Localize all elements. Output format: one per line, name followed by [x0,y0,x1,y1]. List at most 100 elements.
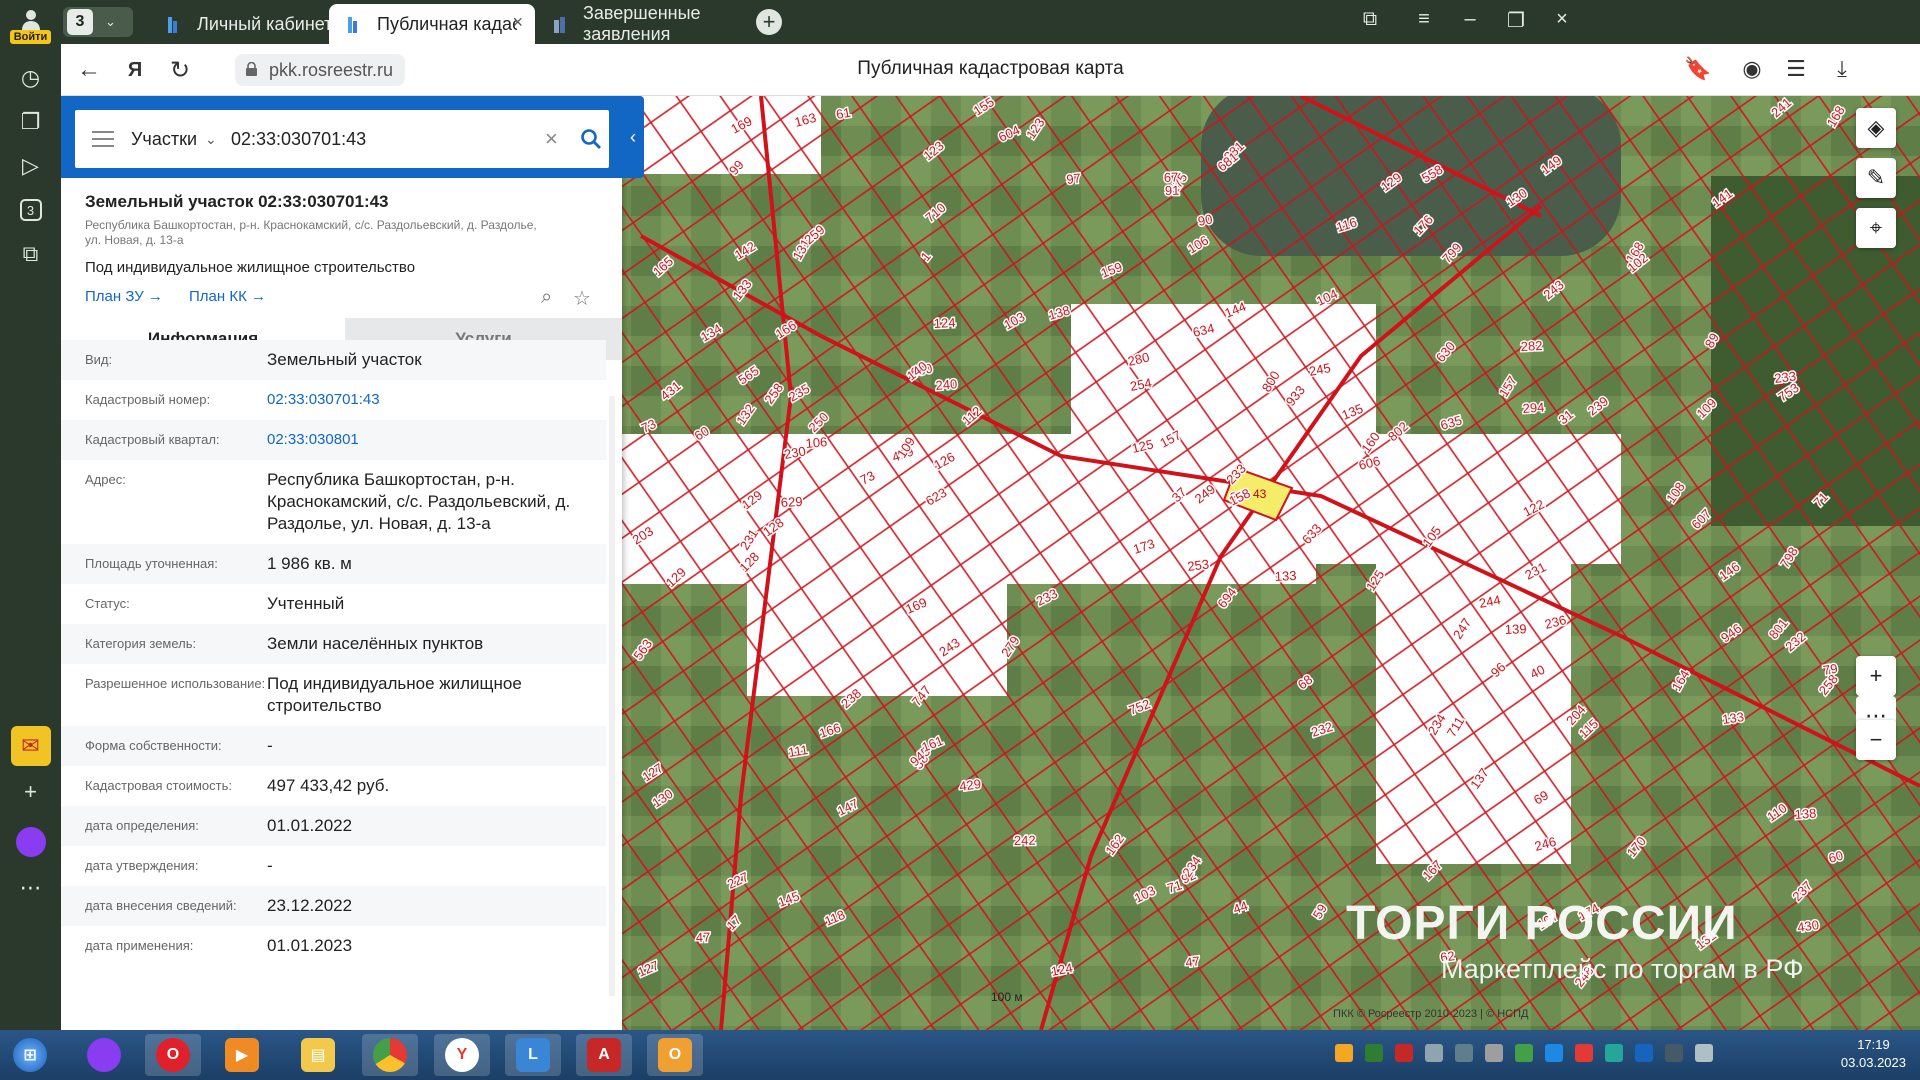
property-value[interactable]: 02:33:030701:43 [267,380,596,420]
search-input[interactable]: 02:33:030701:43 [231,129,545,150]
close-window-icon[interactable]: × [1547,8,1577,31]
tray-icon[interactable] [1395,1044,1413,1062]
parcel-label: 430 [1796,917,1820,935]
taskbar-outlook[interactable]: O [647,1034,703,1076]
search-icon[interactable] [573,121,609,157]
property-value[interactable]: 02:33:030801 [267,420,596,460]
taskbar-explorer[interactable]: ▤ [290,1034,346,1076]
search-type-select[interactable]: Участки [131,129,205,150]
parcel-label: 139 [1505,621,1527,637]
history-icon[interactable]: ◷ [11,58,51,98]
parcel-label: 133 [1274,568,1296,584]
tray-icon[interactable] [1635,1044,1653,1062]
clock[interactable]: 17:19 03.03.2023 [1841,1036,1906,1072]
tray-icon[interactable] [1365,1044,1383,1062]
bookmark-icon[interactable]: 🔖 [1683,56,1713,82]
screenshot-icon[interactable]: ⧉ [11,234,51,274]
menu-icon[interactable]: ≡ [1409,8,1439,31]
menu-icon[interactable] [75,131,131,147]
property-row: Разрешенное использование: Под индивидуал… [61,664,606,726]
layers-icon[interactable]: ◈ [1856,108,1896,148]
reload-button[interactable]: ↻ [164,54,196,86]
locate-icon[interactable]: ⌖ [1856,208,1896,248]
search-header: Участки ⌄ 02:33:030701:43 × [61,96,622,178]
properties-list: Вид: Земельный участок Кадастровый номер: 0… [61,340,606,1010]
star-icon[interactable]: ☆ [573,286,595,310]
close-icon[interactable]: × [512,12,523,33]
taskbar-alice[interactable] [76,1034,132,1076]
extension-icon[interactable]: ◉ [1737,56,1767,82]
property-value: 01.01.2022 [267,816,353,835]
login-button[interactable]: Войти [6,4,56,44]
tray-icon[interactable] [1605,1044,1623,1062]
info-panel: Участки ⌄ 02:33:030701:43 × Земельный уч… [61,96,622,1030]
taskbar-yandex[interactable]: Y [434,1034,490,1076]
url-text: pkk.rosreestr.ru [269,59,394,80]
tab-group-button[interactable]: 3 ⌄ [63,7,133,37]
tray-icon[interactable] [1515,1044,1533,1062]
zoom-in-button[interactable]: + [1856,656,1896,696]
login-label: Войти [9,30,52,44]
minimize-icon[interactable]: – [1455,8,1485,31]
tray-icon[interactable] [1455,1044,1473,1062]
property-key: Разрешенное использование: [85,676,266,691]
plan-kk-link[interactable]: План КК → [189,288,266,305]
property-row: Кадастровый номер: 02:33:030701:43 [61,380,606,420]
tab-counter-icon[interactable]: 3 [11,190,51,230]
tab-cadastral-map[interactable]: Публичная кадастрова × [329,4,535,44]
rosreestr-icon [348,17,357,33]
tab-completed-applications[interactable]: Завершенные заявления [535,3,775,44]
gosuslugi-icon [554,17,565,33]
clear-icon[interactable]: × [545,126,573,152]
url-field[interactable]: pkk.rosreestr.ru [235,54,406,86]
tray-icon[interactable] [1575,1044,1593,1062]
property-row: Кадастровая стоимость: 497 433,42 руб. [61,766,606,806]
property-row: дата утверждения: - [61,846,606,886]
play-icon[interactable]: ▷ [11,146,51,186]
taskbar-chrome[interactable] [362,1034,418,1076]
mail-icon[interactable]: ✉ [10,726,51,766]
zoom-to-parcel-icon[interactable]: ⌕ [541,286,563,308]
tray-icon[interactable] [1425,1044,1443,1062]
property-row: Категория земель: Земли населённых пункто… [61,624,606,664]
taskbar-media[interactable]: ▶ [214,1034,270,1076]
reader-icon[interactable]: ☰ [1781,56,1811,82]
taskbar-lync[interactable]: L [505,1034,561,1076]
download-icon[interactable]: ⤓ [1827,56,1857,82]
taskbar-opera[interactable]: O [145,1034,201,1076]
property-key: дата определения: [85,818,199,833]
ruler-icon[interactable]: ✎ [1856,158,1896,198]
scrollbar[interactable] [609,396,615,996]
chrome-icon [373,1038,407,1072]
add-icon[interactable]: + [11,772,51,812]
property-value: Учтенный [267,594,345,613]
bookmarks-icon[interactable]: ⧉ [1355,8,1385,31]
parcel-purpose: Под индивидуальное жилищное строительств… [85,259,416,276]
plan-zu-label: План ЗУ [85,288,144,305]
more-icon[interactable]: ⋯ [11,868,51,908]
new-tab-button[interactable]: + [756,9,782,35]
browser-sidebar: Войти ◷ ❐ ▷ 3 ⧉ ✉ + ⋯ [0,0,61,1030]
alice-icon[interactable] [11,822,51,862]
volume-icon[interactable] [1695,1044,1713,1062]
zoom-out-button[interactable]: − [1856,720,1896,760]
parcel-label: 240 [935,376,958,393]
pdf-icon: A [587,1038,621,1072]
taskbar-acrobat[interactable]: A [576,1034,632,1076]
parcel-label: 67 [1164,170,1179,185]
tray-icon[interactable] [1335,1044,1353,1062]
back-button[interactable]: ← [73,54,105,86]
watermark-subtitle: Маркетплейс по торгам в РФ [1441,954,1804,984]
tray-icon[interactable] [1665,1044,1683,1062]
tray-icon[interactable] [1545,1044,1563,1062]
property-value: 01.01.2023 [267,936,353,955]
chevron-down-icon[interactable]: ⌄ [205,131,231,148]
plan-zu-link[interactable]: План ЗУ → [85,288,163,305]
start-button[interactable]: ⊞ [2,1034,58,1076]
collections-icon[interactable]: ❐ [11,102,51,142]
property-row: дата применения: 01.01.2023 [61,926,606,966]
collapse-panel-button[interactable]: ‹ [622,96,644,178]
restore-icon[interactable]: ❐ [1501,8,1531,33]
tray-icon[interactable] [1485,1044,1503,1062]
yandex-icon[interactable]: Я [119,54,151,86]
